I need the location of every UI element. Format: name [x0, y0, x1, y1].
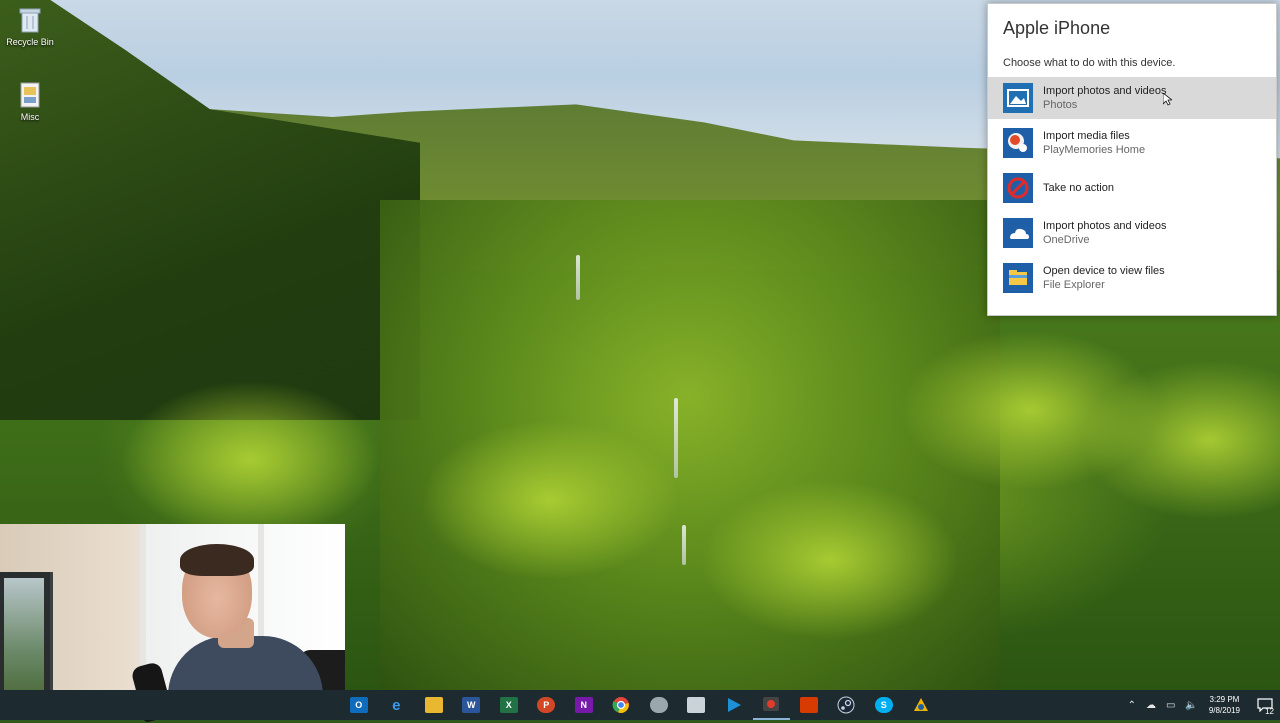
onedrive-icon [1003, 218, 1033, 248]
autoplay-dialog: Apple iPhone Choose what to do with this… [987, 3, 1277, 316]
option-import-photos-onedrive[interactable]: Import photos and videos OneDrive [988, 212, 1276, 254]
folder-icon [17, 80, 43, 110]
recycle-bin-icon [17, 5, 43, 35]
taskbar-media-player-button[interactable] [715, 690, 753, 720]
dialog-title: Apple iPhone [1003, 18, 1111, 38]
office-icon [799, 697, 818, 713]
option-title: Import photos and videos [1043, 220, 1167, 232]
taskbar-outlook-button[interactable]: O [340, 690, 378, 720]
desktop-icon-label: Misc [20, 112, 40, 122]
steam-icon [837, 696, 855, 714]
option-title: Open device to view files [1043, 265, 1165, 277]
taskbar-powerpoint-button[interactable]: P [528, 690, 566, 720]
taskbar-office-button[interactable] [790, 690, 828, 720]
onenote-icon: N [574, 697, 593, 713]
skype-icon: S [874, 697, 893, 713]
taskbar-app2-button[interactable] [903, 690, 941, 720]
taskbar-steam-button[interactable] [828, 690, 866, 720]
clock-time: 3:29 PM [1209, 695, 1240, 704]
dialog-subtitle: Choose what to do with this device. [1003, 57, 1176, 69]
option-title: Import media files [1043, 130, 1130, 142]
option-subtitle: PlayMemories Home [1043, 144, 1146, 156]
taskbar: O e W X P N S ⌃ ☁ ▭ 🔈 3:29 PM 9/8/2019 1… [0, 690, 1280, 720]
option-subtitle: File Explorer [1043, 279, 1105, 291]
excel-icon: X [499, 697, 518, 713]
option-subtitle: Photos [1043, 99, 1078, 111]
taskbar-apps: O e W X P N S [340, 690, 940, 720]
option-subtitle: OneDrive [1043, 234, 1090, 246]
playmemories-icon [1003, 128, 1033, 158]
cloud-icon[interactable]: ☁ [1146, 700, 1156, 711]
desktop-icon-misc[interactable]: Misc [0, 80, 60, 122]
edge-icon: e [392, 696, 401, 714]
clock-date: 9/8/2019 [1208, 706, 1240, 715]
taskbar-skype-button[interactable]: S [865, 690, 903, 720]
option-take-no-action[interactable]: Take no action [988, 167, 1276, 209]
mouse-cursor-icon [1163, 93, 1172, 106]
desktop-icon-recycle-bin[interactable]: Recycle Bin [0, 5, 60, 47]
wallpaper-ridge-highlight [700, 480, 960, 640]
waterfall [674, 398, 678, 478]
volume-icon[interactable]: 🔈 [1185, 700, 1197, 711]
taskbar-file-explorer-button[interactable] [415, 690, 453, 720]
system-tray: ⌃ ☁ ▭ 🔈 3:29 PM 9/8/2019 12 [1123, 690, 1280, 720]
photos-icon [1003, 83, 1033, 113]
taskbar-onenote-button[interactable]: N [565, 690, 603, 720]
wallpaper-ridge-highlight [1080, 360, 1280, 520]
app-icon [649, 697, 668, 713]
file-explorer-icon [1003, 263, 1033, 293]
file-explorer-icon [424, 697, 443, 713]
camtasia-icon [763, 697, 780, 711]
option-title: Import photos and videos [1043, 85, 1167, 97]
option-title: Take no action [1043, 182, 1114, 194]
chrome-icon [612, 697, 630, 713]
taskbar-edge-button[interactable]: e [378, 690, 416, 720]
app2-icon [914, 698, 929, 711]
webcam-person [180, 544, 254, 576]
network-icon[interactable]: ▭ [1166, 700, 1175, 711]
taskbar-app-button[interactable] [640, 690, 678, 720]
wallpaper-ridge-highlight [120, 380, 380, 540]
taskbar-snipping-button[interactable] [678, 690, 716, 720]
waterfall [682, 525, 686, 565]
snipping-icon [687, 697, 706, 713]
media-player-icon [727, 698, 741, 712]
no-action-icon [1003, 173, 1033, 203]
option-import-photos-photos[interactable]: Import photos and videos Photos [988, 77, 1276, 119]
notification-count: 12 [1265, 707, 1274, 716]
option-open-device-file-explorer[interactable]: Open device to view files File Explorer [988, 257, 1276, 299]
taskbar-clock[interactable]: 3:29 PM 9/8/2019 [1209, 694, 1240, 716]
waterfall [576, 255, 580, 300]
outlook-icon: O [349, 697, 368, 713]
desktop-icon-label: Recycle Bin [6, 37, 54, 47]
word-icon: W [462, 697, 481, 713]
taskbar-word-button[interactable]: W [453, 690, 491, 720]
taskbar-excel-button[interactable]: X [490, 690, 528, 720]
powerpoint-icon: P [537, 697, 556, 713]
wallpaper-ridge-highlight [420, 420, 680, 580]
taskbar-camtasia-button[interactable] [752, 690, 790, 720]
option-import-media-playmemories[interactable]: Import media files PlayMemories Home [988, 122, 1276, 164]
taskbar-chrome-button[interactable] [603, 690, 641, 720]
chevron-up-icon[interactable]: ⌃ [1128, 700, 1136, 711]
notification-center-button[interactable]: 12 [1250, 690, 1280, 720]
